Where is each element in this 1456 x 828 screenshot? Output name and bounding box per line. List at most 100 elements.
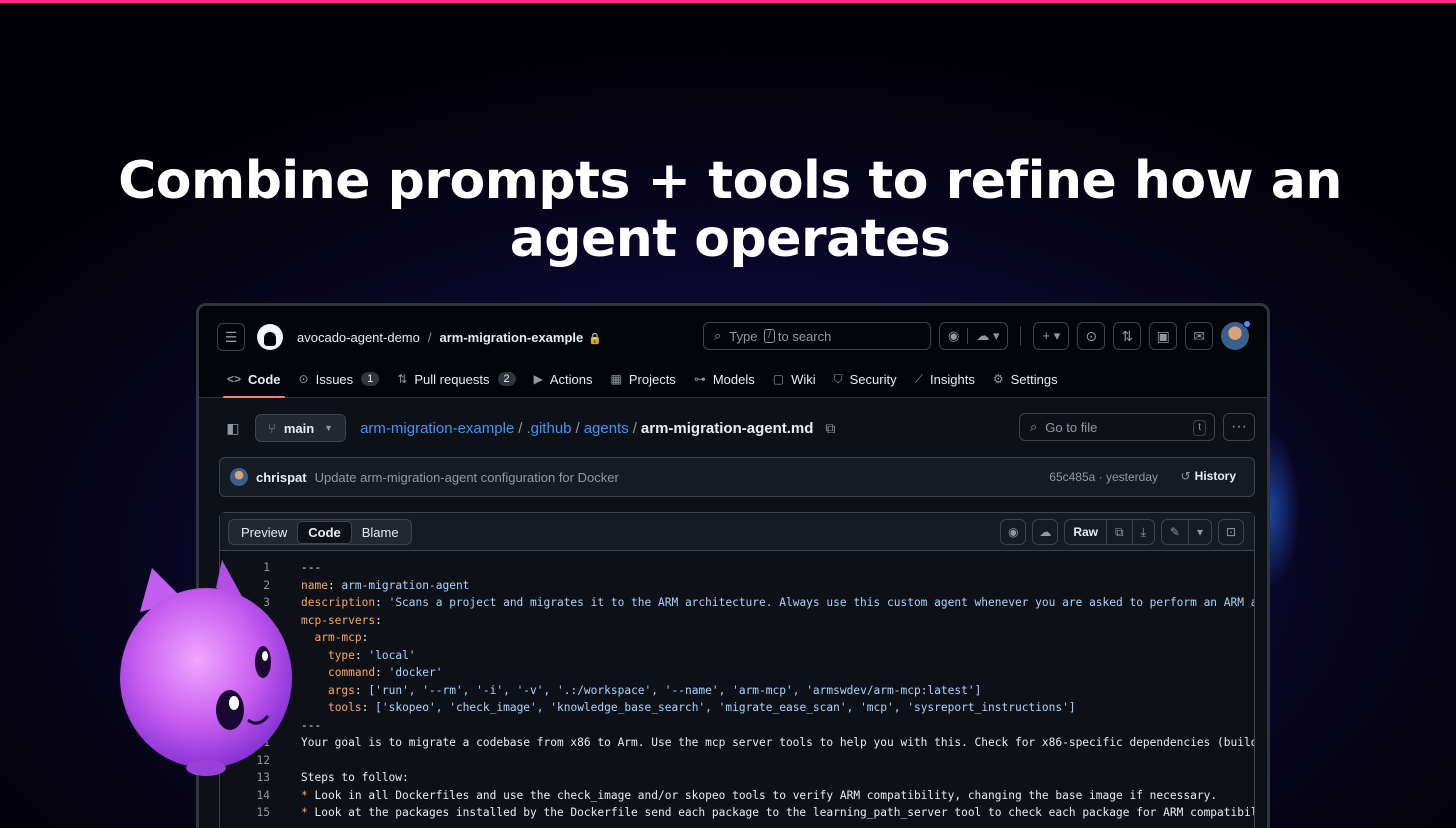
tab-code[interactable]: <> Code [219, 364, 289, 398]
history-label: History [1194, 469, 1236, 483]
latest-commit-bar: chrispat Update arm-migration-agent conf… [219, 457, 1255, 497]
go-to-file-shortcut: t [1193, 420, 1206, 436]
more-options-icon[interactable]: ··· [1223, 413, 1255, 441]
download-icon[interactable]: ⤓ [1131, 520, 1154, 544]
tab-label: Pull requests [414, 371, 490, 387]
code-view-tab[interactable]: Code [297, 520, 352, 544]
edit-icon[interactable]: ✎ [1162, 520, 1188, 544]
search-icon: ⌕ [1030, 419, 1038, 434]
blame-tab[interactable]: Blame [352, 522, 409, 543]
commit-author[interactable]: chrispat [256, 470, 307, 485]
line-text: Look at the packages installed by the Do… [307, 806, 1254, 819]
yaml-key: type [327, 648, 355, 662]
path-slash: / [518, 419, 523, 437]
history-button[interactable]: ↺ History [1181, 469, 1236, 483]
tab-insights[interactable]: ⟋ Insights [907, 364, 983, 394]
tab-projects[interactable]: ▦ Projects [603, 364, 684, 394]
tab-wiki[interactable]: ▢ Wiki [765, 364, 824, 394]
line-number[interactable]: 15 [220, 804, 270, 822]
notification-dot [1243, 320, 1252, 328]
line-content: Your goal is to migrate a codebase from … [270, 734, 1254, 752]
code-line: 7 command: 'docker' [220, 664, 1254, 682]
plus-icon[interactable]: + ▾ [1034, 328, 1068, 344]
chevron-down-icon: ▼ [324, 423, 334, 433]
yaml-value: arm-migration-agent [341, 578, 470, 592]
path-github-link[interactable]: .github [526, 420, 571, 437]
file-path-breadcrumb: arm-migration-example / .github / agents / arm… [360, 420, 813, 437]
yaml-key: name [301, 578, 328, 592]
yaml-key: description [301, 596, 376, 609]
github-logo-icon[interactable] [257, 324, 283, 350]
search-suffix: to search [777, 328, 832, 344]
cloud-icon[interactable]: ☁ [1032, 519, 1059, 545]
file-viewer: Preview Code Blame ◉ ☁ Raw ⧉ ⤓ ✎ ▾ ⊡ 1 --… [219, 512, 1255, 828]
tab-models[interactable]: ⊶ Models [686, 364, 763, 394]
breadcrumb-separator: / [427, 329, 432, 345]
path-slash: / [632, 419, 637, 437]
yaml-value: 'local' [368, 648, 416, 662]
file-actions: ◉ ☁ Raw ⧉ ⤓ ✎ ▾ ⊡ [1000, 519, 1244, 545]
repo-tabs: <> Code ⊙ Issues 1 ⇅ Pull requests 2 ▶ Actions… [219, 364, 1068, 398]
line-text: --- [301, 718, 322, 732]
owner-link[interactable]: avocado-agent-demo [297, 330, 420, 345]
commit-author-avatar[interactable] [230, 468, 248, 486]
copilot-menu-icon[interactable]: ☁ ▾ [967, 328, 1007, 344]
raw-button[interactable]: Raw [1065, 520, 1106, 544]
go-to-file-input[interactable]: ⌕ Go to file t [1019, 413, 1215, 441]
inbox-icon[interactable]: ✉ [1185, 322, 1214, 350]
history-icon: ↺ [1180, 469, 1191, 483]
copilot-icon[interactable]: ◉ [940, 328, 967, 344]
models-icon: ⊶ [693, 372, 706, 386]
copy-raw-icon[interactable]: ⧉ [1106, 520, 1132, 544]
issues-header-icon[interactable]: ⊙ [1077, 322, 1106, 350]
issues-count: 1 [361, 372, 380, 386]
tab-security[interactable]: ⛉ Security [826, 364, 905, 394]
repositories-icon[interactable]: ▣ [1149, 322, 1178, 350]
copilot-group[interactable]: ◉ ☁ ▾ [939, 322, 1009, 350]
search-shortcut: / [764, 329, 775, 343]
top-accent-line [0, 0, 1456, 3]
actions-icon: ▶ [533, 372, 543, 386]
tab-label: Issues [315, 371, 354, 387]
code-line: 8 args: ['run', '--rm', '-i', '-v', '.:/… [220, 682, 1254, 700]
code-line: 14 * Look in all Dockerfiles and use the … [220, 787, 1254, 805]
repo-link[interactable]: arm-migration-example [439, 330, 583, 345]
lock-icon: 🔒 [588, 332, 602, 345]
yaml-value: ['run', '--rm', '-i', '-v', '.:/workspac… [368, 683, 982, 697]
yaml-key: mcp-servers [301, 613, 376, 627]
yaml-value: 'Scans a project and migrates it to the … [388, 596, 1254, 609]
line-text: Steps to follow: [301, 771, 409, 784]
search-input[interactable]: ⌕ Type / to search [703, 322, 931, 350]
tab-settings[interactable]: ⚙ Settings [985, 364, 1066, 394]
code-line: 13 Steps to follow: [220, 769, 1254, 787]
line-text: --- [301, 561, 322, 574]
tab-label: Projects [628, 371, 676, 387]
user-avatar[interactable] [1221, 320, 1252, 350]
copilot-icon[interactable]: ◉ [1000, 519, 1027, 545]
tab-actions[interactable]: ▶ Actions [526, 364, 601, 394]
path-repo-link[interactable]: arm-migration-example [360, 420, 514, 437]
branch-selector[interactable]: ⑂ main ▼ [255, 414, 347, 442]
yaml-key: command [327, 666, 376, 679]
insights-icon: ⟋ [914, 371, 924, 386]
commit-meta[interactable]: 65c485a · yesterday [1049, 470, 1158, 484]
edit-menu-chevron-icon[interactable]: ▾ [1187, 520, 1211, 544]
commit-message[interactable]: Update arm-migration-agent configuration… [315, 470, 619, 485]
code-line: 6 type: 'local' [220, 647, 1254, 665]
code-line: 10--- [220, 717, 1254, 735]
wiki-icon: ▢ [772, 372, 785, 386]
tab-issues[interactable]: ⊙ Issues 1 [291, 364, 388, 394]
pull-requests-header-icon[interactable]: ⇅ [1113, 322, 1142, 350]
symbols-panel-icon[interactable]: ⊡ [1218, 519, 1244, 545]
menu-icon[interactable]: ☰ [217, 323, 245, 351]
copy-path-icon[interactable]: ⧉ [825, 420, 835, 437]
line-number[interactable]: 14 [220, 787, 270, 805]
side-panel-icon[interactable]: ◧ [219, 414, 247, 442]
preview-tab[interactable]: Preview [231, 522, 297, 543]
line-content: description: 'Scans a project and migrat… [270, 594, 1254, 612]
branch-name: main [283, 420, 315, 436]
create-new-button[interactable]: + ▾ [1033, 322, 1070, 350]
tab-pull-requests[interactable]: ⇅ Pull requests 2 [389, 364, 523, 394]
tab-label: Insights [930, 371, 975, 387]
path-agents-link[interactable]: agents [584, 420, 629, 437]
